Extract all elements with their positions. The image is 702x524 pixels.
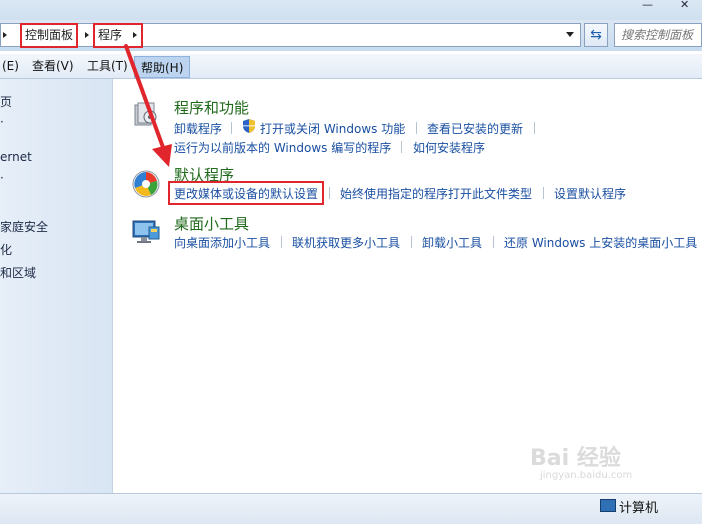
search-box[interactable]: [614, 23, 702, 47]
menu-view[interactable]: 查看(V): [32, 54, 74, 78]
link-separator: [329, 187, 330, 199]
link-separator: [411, 236, 412, 248]
uac-shield-icon: [243, 119, 255, 133]
link-add-gadgets[interactable]: 向桌面添加小工具: [174, 234, 270, 251]
nav-item-region[interactable]: 和区域: [0, 264, 36, 281]
breadcrumb-arrow-icon[interactable]: [1, 26, 9, 44]
programs-features-icon: [134, 102, 157, 126]
address-bar[interactable]: 控制面板 程序: [0, 23, 581, 47]
link-separator: [401, 141, 402, 153]
status-computer-label: 计算机: [619, 501, 659, 516]
link-windows-features[interactable]: 打开或关闭 Windows 功能: [260, 120, 405, 137]
annotation-box-control-panel: [20, 23, 78, 48]
computer-icon: [600, 499, 616, 512]
menu-help[interactable]: 帮助(H): [134, 56, 191, 78]
link-separator: [493, 236, 494, 248]
category-title-desktop-gadgets[interactable]: 桌面小工具: [174, 213, 249, 234]
status-bar: 计算机: [0, 493, 702, 524]
desktop-gadgets-icon: [132, 220, 160, 243]
address-dropdown-icon[interactable]: [566, 32, 574, 37]
minimize-icon[interactable]: —: [642, 0, 653, 14]
category-title-programs-features[interactable]: 程序和功能: [174, 97, 249, 118]
window-title-bar: — ✕: [0, 0, 702, 20]
content-pane: 程序和功能 卸载程序 打开或关闭 Windows 功能 查看已安装的更新 运行为…: [113, 79, 702, 493]
link-uninstall-program[interactable]: 卸载程序: [174, 120, 222, 137]
nav-item-home[interactable]: 页: [0, 93, 12, 110]
link-separator: [231, 122, 232, 134]
link-compatibility[interactable]: 运行为以前版本的 Windows 编写的程序: [174, 139, 391, 156]
annotation-box-programs: [93, 23, 143, 48]
link-file-type-association[interactable]: 始终使用指定的程序打开此文件类型: [340, 185, 532, 202]
close-icon[interactable]: ✕: [680, 0, 689, 14]
link-view-installed-updates[interactable]: 查看已安装的更新: [427, 120, 523, 137]
annotation-box-change-media-defaults: [168, 181, 324, 205]
nav-item-internet[interactable]: ernet: [0, 150, 32, 164]
link-get-more-gadgets[interactable]: 联机获取更多小工具: [292, 234, 400, 251]
search-input[interactable]: [621, 25, 702, 45]
default-programs-icon: [132, 170, 160, 198]
window-caption-buttons: — ✕: [632, 0, 702, 18]
link-set-default-programs[interactable]: 设置默认程序: [554, 185, 626, 202]
breadcrumb-arrow-icon[interactable]: [83, 26, 91, 44]
watermark-logo: Bai 经验: [530, 446, 621, 471]
menu-bar: (E) 查看(V) 工具(T) 帮助(H): [0, 54, 702, 79]
link-separator: [543, 187, 544, 199]
menu-edit[interactable]: (E): [2, 54, 19, 78]
link-separator: [416, 122, 417, 134]
link-separator: [534, 122, 535, 134]
nav-item-personalization[interactable]: 化: [0, 241, 12, 258]
left-navigation-pane: 页 · ernet · 家庭安全 化 和区域: [0, 79, 113, 493]
menu-tools[interactable]: 工具(T): [87, 54, 128, 78]
link-uninstall-gadget[interactable]: 卸载小工具: [422, 234, 482, 251]
link-separator: [281, 236, 282, 248]
nav-item-bullet: ·: [0, 115, 4, 129]
nav-item-bullet: ·: [0, 171, 4, 185]
nav-item-family-safety[interactable]: 家庭安全: [0, 218, 48, 235]
link-restore-gadgets[interactable]: 还原 Windows 上安装的桌面小工具: [504, 234, 697, 251]
link-how-to-install[interactable]: 如何安装程序: [413, 139, 485, 156]
refresh-button[interactable]: ⇆: [584, 23, 608, 47]
watermark-url: jingyan.baidu.com: [540, 470, 633, 481]
refresh-icon: ⇆: [590, 27, 602, 43]
